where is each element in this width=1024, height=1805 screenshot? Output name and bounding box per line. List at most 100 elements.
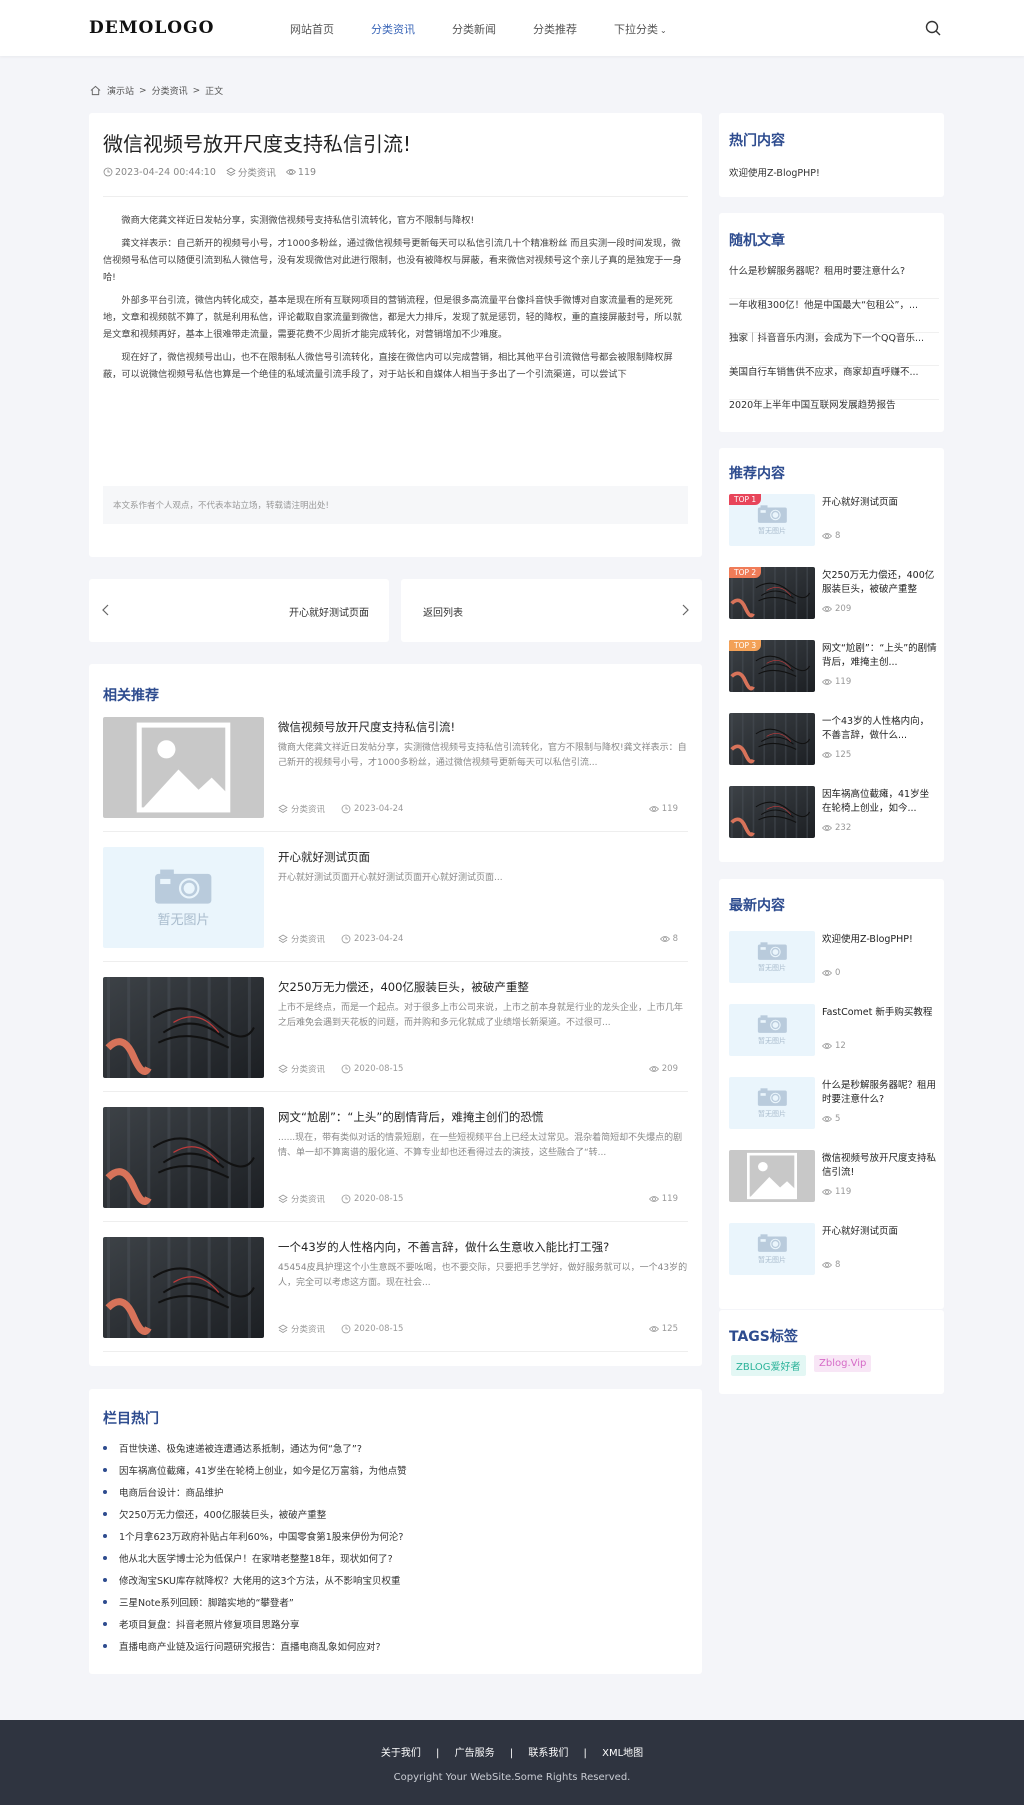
latest-item[interactable]: 暂无图片 FastComet 新手购买教程 12 (729, 1004, 939, 1064)
nav-item-news[interactable]: 分类新闻 (452, 21, 496, 37)
recommend-item[interactable]: TOP 2 欠250万无力偿还，400亿服装巨头，被破产重整 209 (729, 567, 939, 627)
prev-article-link[interactable]: 开心就好测试页面 (89, 579, 389, 642)
list-item[interactable]: 老项目复盘：抖音老照片修复项目思路分享 (103, 1613, 683, 1635)
list-item[interactable]: 他从北大医学博士沦为低保户！在家啃老整整18年，现状如何了? (103, 1547, 683, 1569)
nav-item-recommend[interactable]: 分类推荐 (533, 21, 577, 37)
recommend-item-title[interactable]: 因车祸高位截瘫，41岁坐在轮椅上创业，如今... (822, 788, 937, 816)
footer-link-about[interactable]: 关于我们 (381, 1748, 421, 1759)
latest-item[interactable]: 暂无图片 什么是秒解服务器呢？租用时要注意什么? 5 (729, 1077, 939, 1137)
recommend-item[interactable]: 一个43岁的人性格内向，不善言辞，做什么... 125 (729, 713, 939, 773)
recommend-thumbnail[interactable]: TOP 2 (729, 567, 815, 619)
related-item-views: 119 (661, 1194, 678, 1204)
clock-icon (341, 934, 351, 944)
recommend-item-title[interactable]: 网文“尬剧”：“上头”的剧情背后，难掩主创... (822, 642, 937, 670)
latest-item-title[interactable]: 欢迎使用Z-BlogPHP! (822, 933, 937, 947)
recommend-item[interactable]: TOP 1 暂无图片 开心就好测试页面 8 (729, 494, 939, 554)
related-thumbnail[interactable] (103, 717, 264, 818)
sidebar-random-item[interactable]: 独家｜抖音音乐内测，会成为下一个QQ音乐... (729, 332, 939, 366)
site-footer: 关于我们 | 广告服务 | 联系我们 | XML地图 Copyright You… (0, 1720, 1024, 1805)
related-thumbnail[interactable]: 暂无图片 (103, 847, 264, 948)
nav-item-home[interactable]: 网站首页 (290, 21, 334, 37)
latest-item-title[interactable]: FastComet 新手购买教程 (822, 1006, 937, 1020)
list-item[interactable]: 修改淘宝SKU库存就降权？大佬用的这3个方法，从不影响宝贝权重 (103, 1569, 683, 1591)
latest-thumbnail[interactable]: 暂无图片 (729, 1223, 815, 1275)
recommend-item-title[interactable]: 开心就好测试页面 (822, 496, 937, 510)
article-paragraph: 微商大佬龚文祥近日发帖分享，实测微信视频号支持私信引流转化，官方不限制与降权! (121, 215, 475, 226)
tag-zblog-vip[interactable]: Zblog.Vip (814, 1355, 872, 1372)
related-item-desc: 45454皮具护理这个小生意既不要吆喝，也不要交际，只要把手艺学好，做好服务就可… (278, 1263, 688, 1288)
related-item[interactable]: 一个43岁的人性格内向，不善言辞，做什么生意收入能比打工强? 45454皮具护理这… (103, 1237, 688, 1352)
related-thumbnail[interactable] (103, 1107, 264, 1208)
related-item-title[interactable]: 开心就好测试页面 (278, 849, 370, 865)
latest-item-title[interactable]: 开心就好测试页面 (822, 1225, 937, 1239)
recommend-item-title[interactable]: 欠250万无力偿还，400亿服装巨头，被破产重整 (822, 569, 937, 597)
related-item-category[interactable]: 分类资讯 (291, 1193, 325, 1205)
recommend-item-title[interactable]: 一个43岁的人性格内向，不善言辞，做什么... (822, 715, 937, 743)
related-item[interactable]: 微信视频号放开尺度支持私信引流! 微商大佬龚文祥近日发帖分享，实测微信视频号支持私… (103, 717, 688, 832)
related-item[interactable]: 暂无图片 开心就好测试页面 开心就好测试页面开心就好测试页面开心就好测试页面... 分… (103, 847, 688, 962)
no-image-placeholder: 暂无图片 (103, 847, 264, 948)
site-logo[interactable]: DEMOLOGO (89, 18, 214, 38)
article-paragraph: 外部多平台引流，微信内转化成交，基本是现在所有互联网项目的营销流程，但是很多高流… (103, 295, 682, 340)
recommend-thumbnail[interactable]: TOP 3 (729, 640, 815, 692)
recommend-item[interactable]: 因车祸高位截瘫，41岁坐在轮椅上创业，如今... 232 (729, 786, 939, 846)
related-item-title[interactable]: 欠250万无力偿还，400亿服装巨头，被破产重整 (278, 979, 529, 995)
related-item-title[interactable]: 一个43岁的人性格内向，不善言辞，做什么生意收入能比打工强? (278, 1239, 609, 1255)
sidebar-hot-item[interactable]: 欢迎使用Z-BlogPHP! (729, 165, 820, 179)
related-item-title[interactable]: 网文“尬剧”：“上头”的剧情背后，难掩主创们的恐慌 (278, 1109, 543, 1125)
recommend-item-views: 8 (835, 531, 841, 541)
related-item-category[interactable]: 分类资讯 (291, 803, 325, 815)
related-item[interactable]: 网文“尬剧”：“上头”的剧情背后，难掩主创们的恐慌 ......现在，带有类似对话… (103, 1107, 688, 1222)
no-image-label: 暂无图片 (758, 964, 786, 973)
article-category[interactable]: 分类资讯 (238, 165, 276, 179)
related-thumbnail[interactable] (103, 1237, 264, 1338)
latest-item[interactable]: 暂无图片 开心就好测试页面 8 (729, 1223, 939, 1283)
sidebar-random-item[interactable]: 什么是秒解服务器呢？租用时要注意什么? (729, 265, 939, 299)
latest-item[interactable]: 微信视频号放开尺度支持私信引流! 119 (729, 1150, 939, 1210)
sidebar-random-item[interactable]: 一年收租300亿！他是中国最大“包租公”，... (729, 299, 939, 333)
related-item-category[interactable]: 分类资讯 (291, 1323, 325, 1335)
latest-item-title[interactable]: 什么是秒解服务器呢？租用时要注意什么? (822, 1079, 937, 1107)
breadcrumb-site[interactable]: 演示站 (107, 84, 134, 97)
recommend-thumbnail[interactable] (729, 786, 815, 838)
list-item[interactable]: 1个月拿623万政府补贴占年利60%，中国零食第1股来伊份为何沦? (103, 1525, 683, 1547)
thumbnail-photo (103, 1237, 264, 1338)
recommend-thumbnail[interactable] (729, 713, 815, 765)
eye-icon (822, 825, 832, 831)
latest-item[interactable]: 暂无图片 欢迎使用Z-BlogPHP! 0 (729, 931, 939, 991)
latest-item-title[interactable]: 微信视频号放开尺度支持私信引流! (822, 1152, 937, 1180)
search-icon[interactable] (925, 20, 941, 36)
latest-thumbnail[interactable]: 暂无图片 (729, 931, 815, 983)
no-image-label: 暂无图片 (758, 527, 786, 536)
list-item[interactable]: 因车祸高位截瘫，41岁坐在轮椅上创业，如今是亿万富翁，为他点赞 (103, 1459, 683, 1481)
back-to-list-link[interactable]: 返回列表 (401, 579, 702, 642)
eye-icon (822, 533, 832, 539)
recommend-thumbnail[interactable]: TOP 1 暂无图片 (729, 494, 815, 546)
sidebar-random-item[interactable]: 2020年上半年中国互联网发展趋势报告 (729, 399, 939, 433)
nav-item-category-news[interactable]: 分类资讯 (371, 21, 415, 37)
related-thumbnail[interactable] (103, 977, 264, 1078)
related-item-title[interactable]: 微信视频号放开尺度支持私信引流! (278, 719, 455, 735)
related-item-views: 125 (661, 1324, 678, 1334)
latest-thumbnail[interactable]: 暂无图片 (729, 1077, 815, 1129)
thumbnail-photo (729, 786, 815, 838)
recommend-item[interactable]: TOP 3 网文“尬剧”：“上头”的剧情背后，难掩主创... 119 (729, 640, 939, 700)
footer-link-contact[interactable]: 联系我们 (528, 1748, 568, 1759)
tag-zblog-fan[interactable]: ZBLOG爱好者 (731, 1355, 806, 1376)
related-item-category[interactable]: 分类资讯 (291, 1063, 325, 1075)
latest-thumbnail[interactable] (729, 1150, 815, 1202)
list-item[interactable]: 欠250万无力偿还，400亿服装巨头，被破产重整 (103, 1503, 683, 1525)
list-item[interactable]: 三星Note系列回顾：脚踏实地的“攀登者” (103, 1591, 683, 1613)
list-item[interactable]: 电商后台设计：商品维护 (103, 1481, 683, 1503)
footer-link-ads[interactable]: 广告服务 (455, 1748, 495, 1759)
nav-item-dropdown[interactable]: 下拉分类 ⌄ (614, 21, 667, 37)
list-item[interactable]: 直播电商产业链及运行问题研究报告：直播电商乱象如何应对? (103, 1635, 683, 1657)
sidebar-random-item[interactable]: 美国自行车销售供不应求，商家却直呼赚不... (729, 366, 939, 400)
footer-link-sitemap[interactable]: XML地图 (602, 1748, 643, 1759)
latest-item-views: 5 (835, 1114, 841, 1124)
latest-thumbnail[interactable]: 暂无图片 (729, 1004, 815, 1056)
breadcrumb-category[interactable]: 分类资讯 (152, 84, 188, 97)
related-item[interactable]: 欠250万无力偿还，400亿服装巨头，被破产重整 上市不是终点，而是一个起点。对于… (103, 977, 688, 1092)
related-item-category[interactable]: 分类资讯 (291, 933, 325, 945)
list-item[interactable]: 百世快递、极兔速递被连遭通达系抵制，通达为何“急了”? (103, 1437, 683, 1459)
